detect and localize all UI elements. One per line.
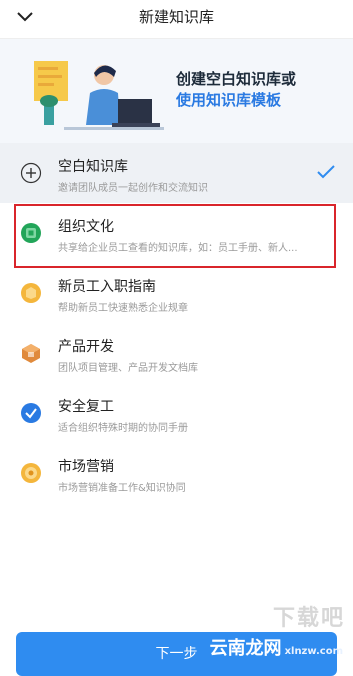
template-list: 空白知识库 邀请团队成员一起创作和交流知识 组织文化 共享给企业员工查看的知识库… [0, 143, 353, 503]
item-name: 市场营销 [58, 459, 114, 475]
item-desc: 市场营销准备工作&知识协同 [58, 483, 186, 494]
item-desc: 邀请团队成员一起创作和交流知识 [58, 183, 208, 194]
header-bar: 新建知识库 [0, 0, 353, 39]
item-desc: 帮助新员工快速熟悉企业规章 [58, 303, 188, 314]
list-item-blank[interactable]: 空白知识库 邀请团队成员一起创作和交流知识 [0, 143, 353, 203]
banner-line1: 创建空白知识库或 [176, 70, 297, 88]
marketing-icon [21, 463, 41, 483]
banner: 创建空白知识库或 使用知识库模板 [0, 39, 353, 143]
banner-illustration-icon [34, 61, 164, 130]
safety-icon [21, 403, 41, 423]
watermark-site-domain: xlnzw.com [284, 646, 343, 657]
list-item-safety[interactable]: 安全复工 适合组织特殊时期的协同手册 [0, 383, 353, 443]
product-icon [22, 344, 40, 363]
watermark: 下载吧 [272, 606, 345, 631]
plus-icon [20, 162, 42, 184]
item-name: 空白知识库 [58, 159, 128, 175]
list-item-marketing[interactable]: 市场营销 市场营销准备工作&知识协同 [0, 443, 353, 503]
item-name: 安全复工 [58, 399, 114, 415]
banner-text: 创建空白知识库或 使用知识库模板 [176, 69, 296, 111]
checkmark-icon [317, 165, 335, 179]
watermark-site: 云南龙网 xlnzw.com [210, 634, 343, 660]
highlight-box [14, 204, 336, 268]
watermark-site-name: 云南龙网 [209, 638, 282, 659]
list-item-onboarding[interactable]: 新员工入职指南 帮助新员工快速熟悉企业规章 [0, 263, 353, 323]
list-item-product[interactable]: 产品开发 团队项目管理、产品开发文档库 [0, 323, 353, 383]
item-desc: 适合组织特殊时期的协同手册 [58, 423, 188, 434]
banner-line2: 使用知识库模板 [176, 91, 282, 109]
item-name: 新员工入职指南 [58, 279, 156, 295]
guide-icon [21, 283, 41, 303]
item-desc: 团队项目管理、产品开发文档库 [58, 363, 198, 374]
page-title: 新建知识库 [138, 8, 214, 26]
item-name: 产品开发 [58, 339, 114, 355]
